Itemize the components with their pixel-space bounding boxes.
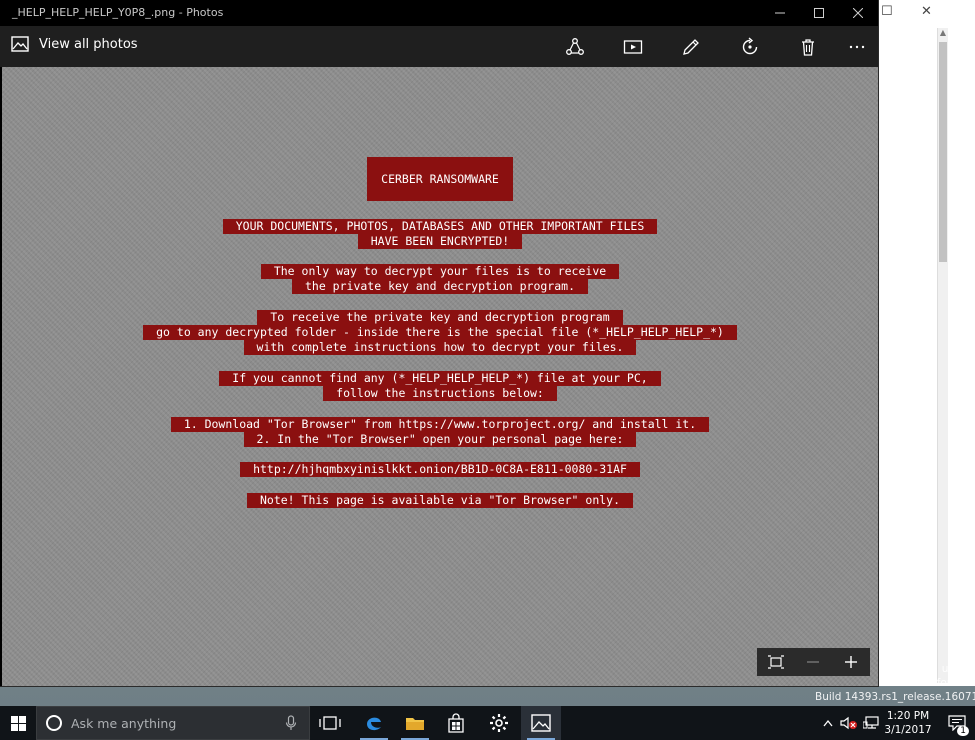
- store-bag-icon: [448, 713, 464, 733]
- start-button[interactable]: [0, 706, 36, 740]
- share-button[interactable]: [562, 34, 588, 60]
- task-view-icon: [319, 716, 341, 730]
- volume-muted-icon: [840, 716, 857, 730]
- ransom-note-line: To receive the private key and decryptio…: [257, 310, 623, 325]
- maximize-icon[interactable]: ☐: [881, 4, 893, 19]
- ransom-note-block-4: If you cannot find any (*_HELP_HELP_HELP…: [2, 371, 878, 401]
- view-all-label: View all photos: [39, 36, 138, 52]
- cortana-search-box[interactable]: Ask me anything: [36, 706, 310, 740]
- task-view-button[interactable]: [310, 706, 350, 740]
- clock-time: 1:20 PM: [886, 710, 930, 722]
- photos-app-window: _HELP_HELP_HELP_Y0P8_.png - Photos View …: [0, 0, 878, 686]
- windows-logo-icon: [10, 715, 26, 731]
- ransom-note-title-row: CERBER RANSOMWARE: [2, 157, 878, 201]
- ransom-note-line: 2. In the "Tor Browser" open your person…: [243, 432, 637, 447]
- network-icon: [863, 716, 879, 729]
- ransom-note-line: with complete instructions how to decryp…: [243, 340, 637, 355]
- photos-icon: [531, 714, 551, 732]
- ransom-note-block-1: YOUR DOCUMENTS, PHOTOS, DATABASES AND OT…: [2, 219, 878, 249]
- zoom-in-button[interactable]: [836, 648, 866, 676]
- chevron-up-icon: [823, 719, 833, 727]
- edit-button[interactable]: [678, 34, 704, 60]
- scrollbar-thumb[interactable]: [939, 42, 947, 262]
- store-button[interactable]: [436, 706, 476, 740]
- zoom-out-button[interactable]: [798, 648, 828, 676]
- notification-count-badge: 1: [957, 726, 969, 736]
- background-window[interactable]: ☐ ✕ ▲: [878, 0, 975, 686]
- scroll-up-icon[interactable]: ▲: [938, 28, 948, 38]
- slideshow-button[interactable]: [620, 34, 646, 60]
- ransom-note-line: HAVE BEEN ENCRYPTED!: [357, 234, 523, 249]
- minimize-button[interactable]: [760, 0, 800, 26]
- taskbar-clock[interactable]: 1:20 PM 3/1/2017: [880, 709, 936, 737]
- edit-icon: [683, 39, 699, 55]
- ransom-note-block-3: To receive the private key and decryptio…: [2, 310, 878, 355]
- minimize-icon: [775, 12, 785, 14]
- fit-to-window-button[interactable]: [761, 648, 791, 676]
- edge-browser-button[interactable]: [354, 706, 394, 740]
- share-icon: [566, 38, 584, 55]
- ransom-note-block-7: Note! This page is available via "Tor Br…: [2, 493, 878, 508]
- app-toolbar: View all photos: [0, 26, 878, 67]
- rotate-button[interactable]: [737, 34, 763, 60]
- microphone-icon: [285, 715, 297, 730]
- plus-icon: [845, 656, 858, 668]
- file-explorer-button[interactable]: [395, 706, 435, 740]
- show-hidden-icons-button[interactable]: [820, 706, 836, 740]
- photos-taskbar-button[interactable]: [521, 706, 561, 740]
- photo-icon: [11, 36, 29, 52]
- zoom-controls: [757, 648, 870, 676]
- folder-icon: [406, 718, 424, 730]
- settings-button[interactable]: [479, 706, 519, 740]
- window-title: _HELP_HELP_HELP_Y0P8_.png - Photos: [12, 6, 224, 19]
- ransom-note-block-2: The only way to decrypt your files is to…: [2, 264, 878, 294]
- ransom-note-line: go to any decrypted folder - inside ther…: [143, 325, 737, 340]
- watermark-line: Build 14393.rs1_release.160715-1616: [815, 691, 975, 703]
- ransom-note-line: YOUR DOCUMENTS, PHOTOS, DATABASES AND OT…: [222, 219, 658, 234]
- title-bar[interactable]: _HELP_HELP_HELP_Y0P8_.png - Photos: [0, 0, 878, 26]
- delete-icon: [802, 39, 814, 56]
- ransom-note-line: the private key and decryption program.: [291, 279, 589, 294]
- close-icon[interactable]: ✕: [921, 4, 932, 19]
- minus-icon: [807, 661, 820, 663]
- scrollbar[interactable]: ▲: [937, 28, 948, 683]
- slideshow-icon: [623, 40, 643, 54]
- close-button[interactable]: [838, 0, 878, 26]
- ransom-note-block-5: 1. Download "Tor Browser" from https://w…: [2, 417, 878, 447]
- maximize-button[interactable]: [799, 0, 839, 26]
- ransom-note-url: http://hjhqmbxyinislkkt.onion/BB1D-0C8A-…: [240, 462, 640, 477]
- maximize-icon: [814, 8, 824, 18]
- volume-button[interactable]: [839, 706, 859, 740]
- search-placeholder: Ask me anything: [71, 715, 177, 731]
- ransom-note-title: CERBER RANSOMWARE: [367, 157, 513, 201]
- ransom-note-line: 1. Download "Tor Browser" from https://w…: [170, 417, 710, 432]
- close-icon: [853, 8, 863, 18]
- ransom-note-line: If you cannot find any (*_HELP_HELP_HELP…: [219, 371, 661, 386]
- taskbar: Ask me anything 1:20 PM 3/1/2017 1: [0, 706, 975, 740]
- cortana-circle-icon: [46, 715, 62, 731]
- gear-icon: [490, 714, 508, 732]
- clock-date: 3/1/2017: [884, 724, 932, 736]
- ransom-note-line: The only way to decrypt your files is to…: [260, 264, 620, 279]
- ransom-note-line: Note! This page is available via "Tor Br…: [246, 493, 634, 508]
- network-button[interactable]: [861, 706, 881, 740]
- edge-icon: [367, 717, 381, 731]
- ransom-note-line: follow the instructions below:: [323, 386, 557, 401]
- action-center-button[interactable]: 1: [943, 706, 971, 740]
- delete-button[interactable]: [795, 34, 821, 60]
- ransom-note-block-6: http://hjhqmbxyinislkkt.onion/BB1D-0C8A-…: [2, 462, 878, 477]
- view-all-photos-button[interactable]: View all photos: [11, 36, 138, 52]
- rotate-icon: [742, 37, 758, 55]
- more-icon: [849, 45, 865, 49]
- more-button[interactable]: [844, 34, 870, 60]
- image-viewer[interactable]: CERBER RANSOMWARE YOUR DOCUMENTS, PHOTOS…: [2, 67, 878, 686]
- fit-window-icon: [767, 655, 784, 669]
